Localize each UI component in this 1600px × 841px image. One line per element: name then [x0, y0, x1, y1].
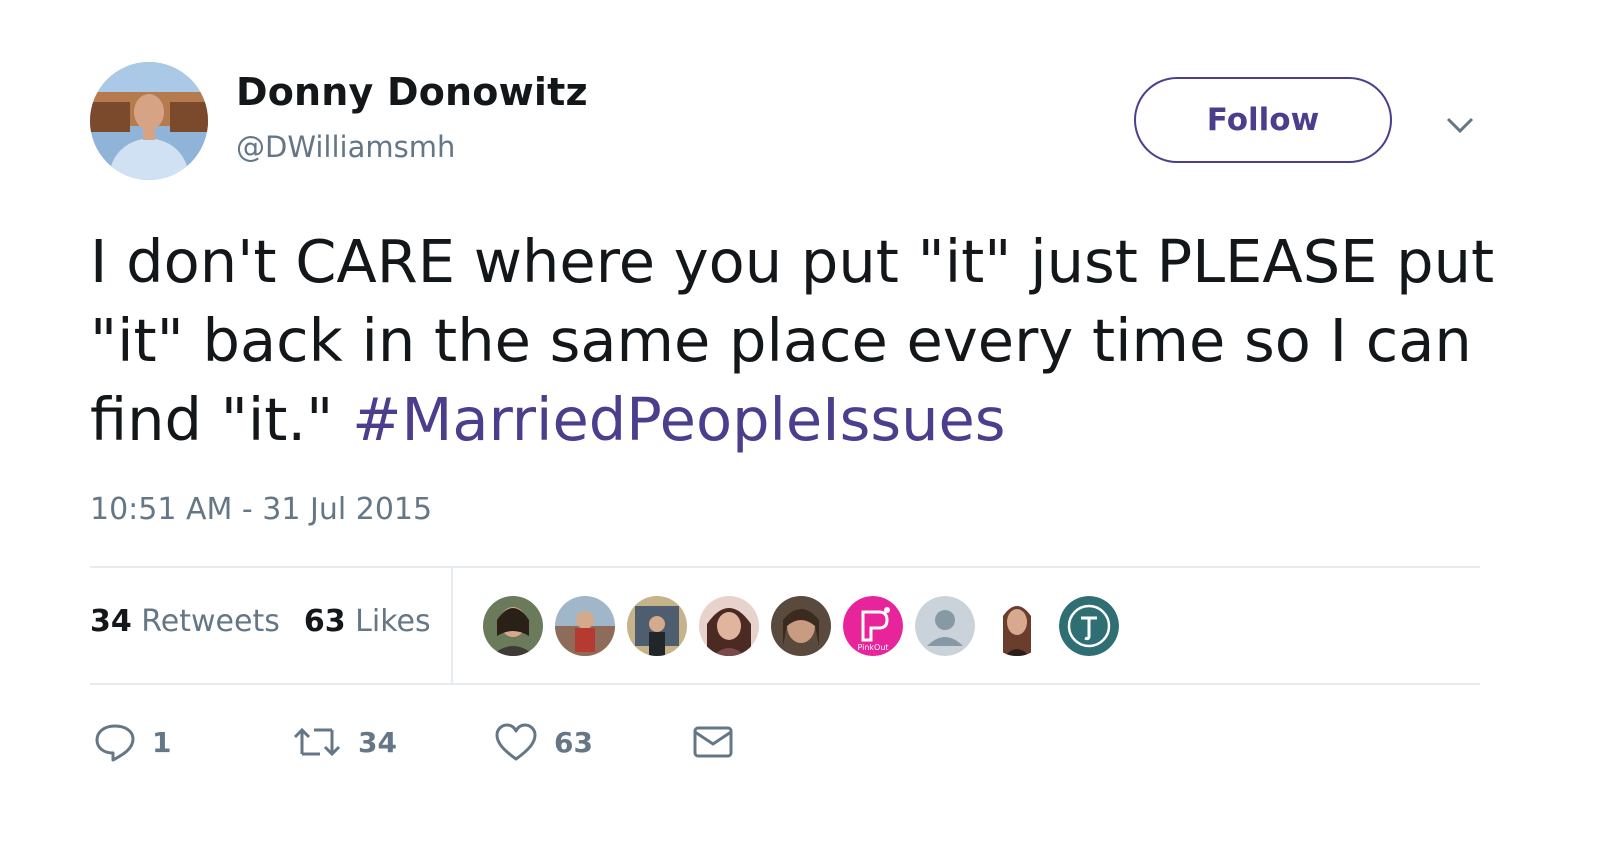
tweet-timestamp[interactable]: 10:51 AM - 31 Jul 2015 — [90, 492, 432, 527]
retweets-stat[interactable]: 34 Retweets — [90, 604, 280, 639]
likes-count: 63 — [303, 604, 346, 639]
envelope-icon — [693, 726, 733, 758]
tweet-stats: 34 Retweets 63 Likes — [90, 604, 455, 639]
liker-avatar[interactable] — [987, 596, 1047, 656]
likes-label: Likes — [355, 604, 431, 639]
liker-avatar[interactable] — [555, 596, 615, 656]
liker-avatar[interactable] — [699, 596, 759, 656]
retweet-count: 34 — [358, 725, 397, 759]
retweet-icon — [293, 727, 341, 757]
pinkout-text: PinkOut — [857, 643, 888, 652]
heart-icon — [495, 723, 537, 761]
tweet-card: Donny Donowitz @DWilliamsmh Follow I don… — [0, 0, 1600, 841]
liker-default-avatar-icon[interactable] — [915, 596, 975, 656]
liker-avatar[interactable] — [771, 596, 831, 656]
more-options-chevron-down-icon[interactable] — [1440, 110, 1480, 140]
tweet-text: I don't CARE where you put "it" just PLE… — [90, 222, 1510, 459]
retweets-label: Retweets — [141, 604, 280, 639]
author-display-name[interactable]: Donny Donowitz — [236, 70, 588, 114]
author-handle[interactable]: @DWilliamsmh — [236, 130, 455, 164]
hashtag-link[interactable]: #MarriedPeopleIssues — [352, 385, 1005, 454]
divider — [90, 566, 1480, 568]
retweet-button[interactable]: 34 — [292, 724, 494, 760]
follow-button[interactable]: Follow — [1134, 77, 1392, 163]
liker-avatar[interactable] — [627, 596, 687, 656]
like-count: 63 — [554, 725, 593, 759]
author-photo-icon — [90, 62, 208, 180]
liker-avatar-brand-logo[interactable] — [1059, 596, 1119, 656]
reply-icon — [95, 724, 135, 762]
liker-avatar-planned-parenthood-logo[interactable]: PinkOut — [843, 596, 903, 656]
author-avatar[interactable] — [90, 62, 208, 180]
reply-button[interactable]: 1 — [94, 722, 292, 762]
likers-avatar-row: PinkOut — [483, 596, 1131, 656]
liker-avatar[interactable] — [483, 596, 543, 656]
likes-stat[interactable]: 63 Likes — [304, 604, 431, 639]
like-button[interactable]: 63 — [494, 722, 692, 762]
tweet-actions: 1 34 63 — [94, 720, 734, 764]
divider — [90, 683, 1480, 685]
reply-count: 1 — [152, 725, 172, 759]
direct-message-button[interactable] — [692, 724, 734, 760]
retweets-count: 34 — [90, 604, 132, 639]
